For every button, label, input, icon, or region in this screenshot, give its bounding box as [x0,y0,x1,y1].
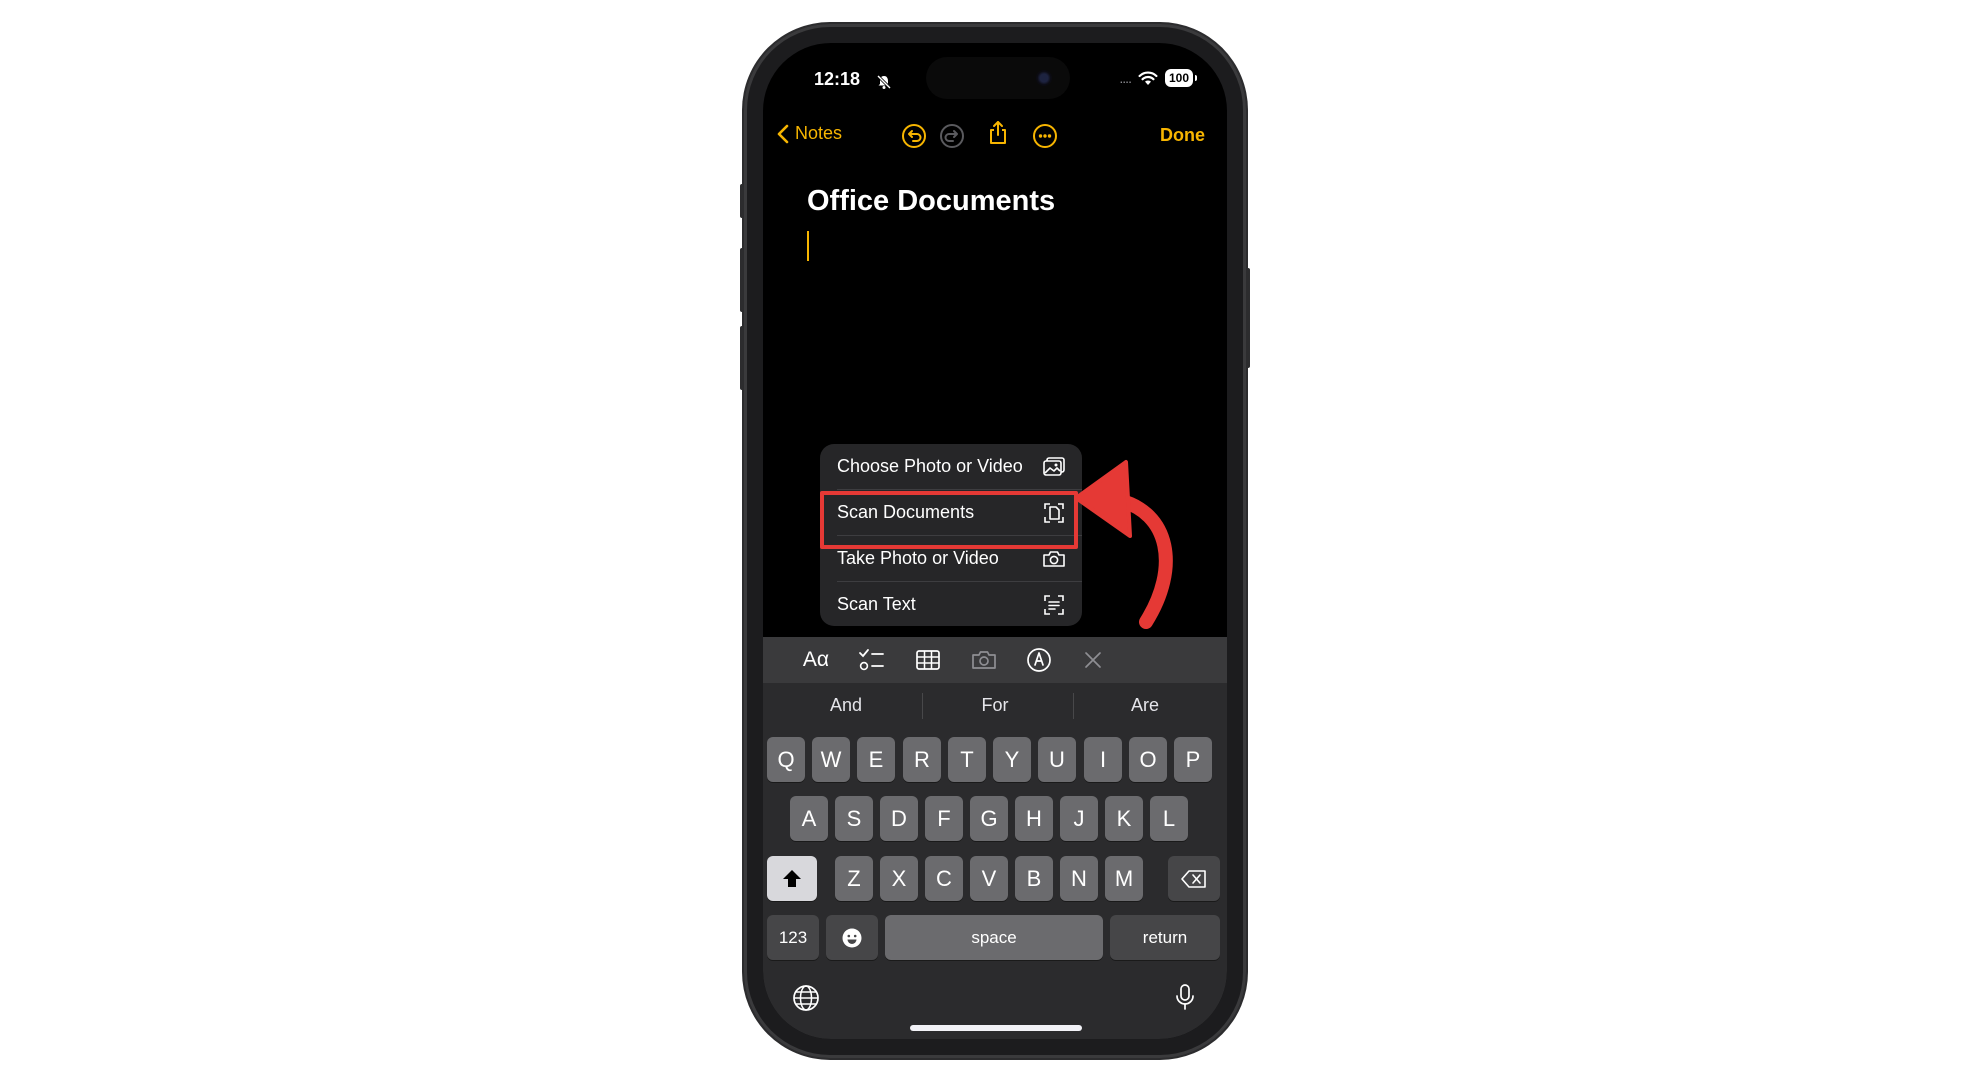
share-icon[interactable] [985,120,1011,146]
power-button [1246,268,1250,368]
key-i[interactable]: I [1084,737,1122,782]
text-scan-icon [1044,594,1064,615]
suggestion-item[interactable]: For [920,695,1070,716]
keyboard: And For Are Q W E R T Y U I O P A S D F … [763,683,1227,1039]
key-f[interactable]: F [925,796,963,841]
home-indicator[interactable] [910,1025,1082,1031]
markup-pen-icon[interactable] [1025,646,1053,674]
action-button [740,184,744,218]
key-k[interactable]: K [1105,796,1143,841]
key-l[interactable]: L [1150,796,1188,841]
back-button-label: Notes [795,123,843,143]
menu-item-label: Take Photo or Video [837,548,999,568]
key-n[interactable]: N [1060,856,1098,901]
volume-down-button [740,326,744,390]
dynamic-island [926,57,1070,99]
front-camera [1036,70,1052,86]
status-indicators: .... 100 [1119,68,1198,88]
key-h[interactable]: H [1015,796,1053,841]
menu-item-label: Scan Documents [837,502,975,522]
key-b[interactable]: B [1015,856,1053,901]
doc-scan-icon [1044,502,1064,523]
chevron-left-icon [777,124,789,143]
done-button[interactable]: Done [1160,125,1205,146]
navigation-bar: Notes Done [763,115,1227,155]
menu-item-label: Scan Text [837,594,916,614]
more-options-icon[interactable] [1032,123,1058,149]
wifi-icon [1138,71,1158,85]
suggestion-bar: And For Are [763,683,1227,729]
key-j[interactable]: J [1060,796,1098,841]
menu-item-scan-documents[interactable]: Scan Documents [820,490,1082,535]
camera-icon[interactable] [970,646,998,674]
close-icon[interactable] [1079,646,1107,674]
space-key[interactable]: space [885,915,1103,960]
camera-icon [1043,550,1065,567]
emoji-key[interactable] [826,915,878,960]
key-t[interactable]: T [948,737,986,782]
globe-icon[interactable] [791,983,821,1013]
battery-indicator: 100 [1164,69,1198,87]
shift-key[interactable] [767,856,817,901]
text-format-button[interactable]: Aα [801,646,831,674]
microphone-icon[interactable] [1170,982,1200,1012]
key-y[interactable]: Y [993,737,1031,782]
redo-icon[interactable] [939,123,965,149]
key-e[interactable]: E [857,737,895,782]
key-z[interactable]: Z [835,856,873,901]
table-icon[interactable] [914,646,942,674]
key-u[interactable]: U [1038,737,1076,782]
key-x[interactable]: X [880,856,918,901]
status-time: 12:18 [814,69,861,89]
volume-up-button [740,248,744,312]
key-g[interactable]: G [970,796,1008,841]
key-q[interactable]: Q [767,737,805,782]
format-toolbar: Aα [763,637,1227,683]
return-key[interactable]: return [1110,915,1220,960]
text-cursor [807,231,809,261]
undo-icon[interactable] [901,123,927,149]
key-c[interactable]: C [925,856,963,901]
key-s[interactable]: S [835,796,873,841]
back-button[interactable]: Notes [777,123,842,144]
note-title[interactable]: Office Documents [807,185,1055,218]
attachment-menu: Choose Photo or Video Scan Documents Tak [820,444,1082,626]
cellular-signal-icon: .... [1119,70,1132,86]
menu-item-scan-text[interactable]: Scan Text [820,582,1082,626]
key-m[interactable]: M [1105,856,1143,901]
key-w[interactable]: W [812,737,850,782]
key-r[interactable]: R [903,737,941,782]
backspace-icon [1181,869,1206,888]
key-a[interactable]: A [790,796,828,841]
suggestion-item[interactable]: Are [1070,695,1220,716]
emoji-icon [842,928,862,947]
photo-library-icon [1043,456,1065,476]
menu-item-choose-photo[interactable]: Choose Photo or Video [820,444,1082,489]
delete-key[interactable] [1168,856,1220,901]
key-p[interactable]: P [1174,737,1212,782]
key-o[interactable]: O [1129,737,1167,782]
checklist-icon[interactable] [857,646,885,674]
suggestion-item[interactable]: And [771,695,921,716]
annotation-arrow [1074,460,1173,629]
key-v[interactable]: V [970,856,1008,901]
bell-slash-icon [876,74,892,90]
numbers-key[interactable]: 123 [767,915,819,960]
key-d[interactable]: D [880,796,918,841]
menu-item-label: Choose Photo or Video [837,456,1023,476]
shift-arrow-icon [783,869,801,887]
menu-item-take-photo[interactable]: Take Photo or Video [820,536,1082,581]
